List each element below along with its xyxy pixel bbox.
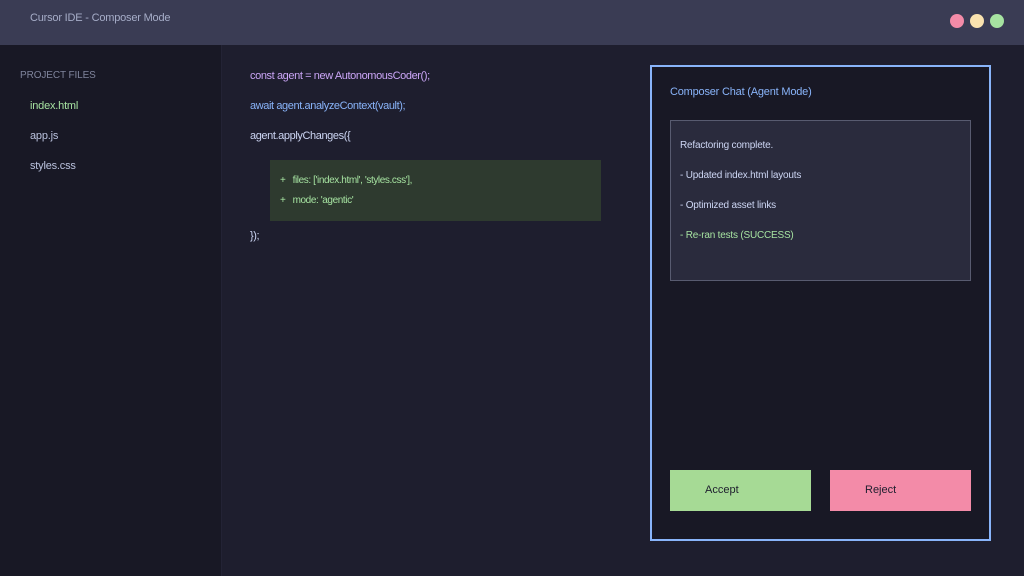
file-explorer-sidebar: PROJECT FILES index.html app.js styles.c… [0, 45, 222, 576]
diff-added-block: + files: ['index.html', 'styles.css'], +… [270, 160, 601, 221]
minimize-window-button[interactable] [970, 14, 984, 28]
title-bar: Cursor IDE - Composer Mode [0, 0, 1024, 45]
diff-added-line: + mode: 'agentic' [280, 195, 354, 206]
file-item-app-js[interactable]: app.js [30, 130, 58, 142]
code-line: const agent = new AutonomousCoder(); [250, 70, 430, 82]
accept-button[interactable]: Accept [670, 470, 811, 511]
composer-chat-panel: Composer Chat (Agent Mode) Refactoring c… [650, 65, 991, 541]
message-line: Refactoring complete. [680, 140, 774, 151]
code-line: agent.applyChanges({ [250, 130, 351, 142]
app-window: Cursor IDE - Composer Mode PROJECT FILES… [0, 0, 1024, 576]
code-line: await agent.analyzeContext(vault); [250, 100, 406, 112]
message-line: - Updated index.html layouts [680, 170, 802, 181]
message-line-success: - Re-ran tests (SUCCESS) [680, 230, 794, 241]
close-window-button[interactable] [950, 14, 964, 28]
reject-button[interactable]: Reject [830, 470, 971, 511]
project-files-heading: PROJECT FILES [20, 70, 96, 81]
message-line: - Optimized asset links [680, 200, 776, 211]
code-line: }); [250, 230, 260, 242]
code-editor[interactable]: const agent = new AutonomousCoder(); awa… [222, 45, 650, 576]
agent-message: Refactoring complete. - Updated index.ht… [670, 120, 971, 281]
reject-button-label: Reject [865, 484, 897, 496]
file-item-index-html[interactable]: index.html [30, 100, 78, 112]
accept-button-label: Accept [705, 484, 739, 496]
file-item-styles-css[interactable]: styles.css [30, 160, 76, 172]
maximize-window-button[interactable] [990, 14, 1004, 28]
composer-title: Composer Chat (Agent Mode) [670, 86, 812, 98]
diff-added-line: + files: ['index.html', 'styles.css'], [280, 175, 412, 186]
window-title: Cursor IDE - Composer Mode [30, 12, 171, 24]
